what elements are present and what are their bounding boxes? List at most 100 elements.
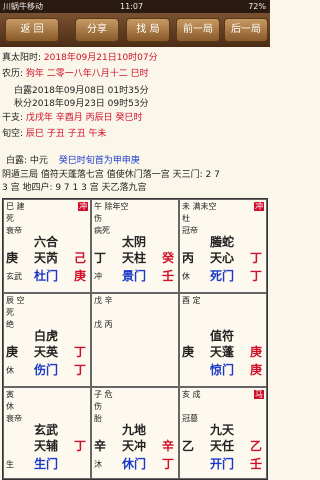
xunshou-value: 癸巳时旬首为甲申庚: [58, 156, 140, 166]
palace-l1: 酉 定: [182, 296, 201, 305]
qiufen-term: 秋分2018年09月23日 09时53分: [14, 99, 149, 109]
toolbar: 返 回 分享 找 局 前一局 后一局: [0, 13, 270, 47]
palace-cell[interactable]: 未 满未空杜冠帝 螣蛇丙天心丁休死门丁冲: [179, 199, 267, 293]
palace-l1: 寅: [6, 390, 14, 399]
palace-l2: 杜: [182, 214, 190, 223]
palace-cell[interactable]: 午 除年空伤病死 太阴丁 天柱 癸冲 景门 壬: [91, 199, 179, 293]
palace-cell[interactable]: 戊 辛戊 丙: [91, 293, 179, 387]
palace-door: 杜门: [34, 269, 59, 283]
palace-star: 天任: [210, 439, 235, 453]
palace-cell[interactable]: 酉 定值符庚天蓬庚惊门庚: [179, 293, 267, 387]
palace-l5: 辛: [94, 439, 107, 453]
palace-cell[interactable]: 寅休衰帝 玄武 天辅 丁生 生门: [3, 387, 91, 479]
palace-l3: 冠墓: [182, 414, 198, 423]
battery-level: 72%: [248, 2, 266, 11]
palace-gan3: 丁: [74, 363, 87, 377]
palace-l5: 庚: [6, 345, 19, 359]
palace-shen: 螣蛇: [210, 235, 235, 249]
palace-shen: 六合: [34, 235, 59, 249]
palace-l6: 生: [6, 460, 14, 469]
palace-door: 惊门: [210, 363, 235, 377]
palace-l2: 伤: [94, 402, 102, 411]
palace-l1: 亥 成: [182, 390, 201, 399]
lunar-value: 狗年 二零一八年八月十二 巳时: [25, 69, 149, 79]
palace-gan: 丁: [250, 251, 263, 265]
palace-l6: 玄武: [6, 272, 22, 281]
palace-l5: 丙: [182, 251, 195, 265]
palace-l5: 乙: [182, 439, 195, 453]
palace-l6: 冲: [94, 272, 102, 281]
palace-l3: 戊 丙: [94, 320, 113, 329]
ju-line: 阴遁三局 值符天蓬落七宫 值使休门落一宫 天三门: 2 7: [2, 170, 220, 180]
palace-cell[interactable]: 辰 空死绝白虎庚天英丁休伤门丁: [3, 293, 91, 387]
xunkong-label: 旬空:: [2, 129, 24, 139]
share-button[interactable]: 分享: [75, 18, 119, 42]
palace-gan3: 丁: [162, 457, 175, 471]
palace-star: 天蓬: [210, 345, 235, 359]
palace-l1: 未 满未空: [182, 202, 217, 211]
next-button[interactable]: 后一局: [224, 18, 268, 42]
ganzhi-label: 干支:: [2, 113, 24, 123]
lunar-label: 农历:: [2, 69, 24, 79]
palace-star: 天芮: [34, 251, 59, 265]
palace-door: 休门: [122, 457, 147, 471]
palace-l5: 丁: [94, 251, 107, 265]
palace-shen: 玄武: [34, 423, 59, 437]
palace-gan3: 丁: [250, 269, 263, 283]
palace-star: 天柱: [122, 251, 147, 265]
yuan-label: 白露: 中元: [6, 156, 48, 166]
palace-l6: 沐: [94, 460, 102, 469]
palace-door: 伤门: [34, 363, 59, 377]
palace-l1: 辰 空: [6, 296, 25, 305]
palace-door: 死门: [210, 269, 235, 283]
bailu-term: 白露2018年09月08日 01时35分: [14, 86, 149, 96]
palace-l2: 伤: [94, 214, 102, 223]
palace-l2: 休: [6, 402, 14, 411]
true-solar-label: 真太阳时:: [2, 53, 42, 63]
palace-l6: 休: [182, 272, 190, 281]
palace-star: 天冲: [122, 439, 147, 453]
palace-l6: 休: [6, 366, 14, 375]
status-bar: 川蜗牛移动 11:07 72%: [0, 0, 270, 13]
palace-star: 天英: [34, 345, 59, 359]
palace-shen: 九天: [210, 423, 235, 437]
palace-gan: 辛: [162, 439, 175, 453]
palace-door: 生门: [34, 457, 59, 471]
palace-star: 天心: [210, 251, 235, 265]
palace-gan: 庚: [250, 345, 263, 359]
palace-cell[interactable]: 亥 成冠墓九天乙 天任 乙开门 壬 马: [179, 387, 267, 479]
palace-l2: 死: [6, 308, 14, 317]
palace-gan: 丁: [74, 345, 87, 359]
palace-l2: 死: [6, 214, 14, 223]
true-solar-value: 2018年09月21日10时07分: [43, 53, 158, 63]
prev-button[interactable]: 前一局: [176, 18, 220, 42]
palace-shen: 值符: [210, 329, 235, 343]
carrier-label: 川蜗牛移动: [3, 2, 43, 11]
palace-gan3: 庚: [74, 269, 87, 283]
ju-line-2: 3 宫 地四户: 9 7 1 3 宫 天乙落九宫: [2, 183, 147, 193]
palace-door: 景门: [122, 269, 147, 283]
palace-l1: 子 危: [94, 390, 113, 399]
palace-gan: 丁: [74, 439, 87, 453]
palace-gan3: 壬: [250, 457, 263, 471]
palace-gan3: 壬: [162, 269, 175, 283]
palace-gan: 癸: [162, 251, 175, 265]
palace-l3: 绝: [6, 320, 14, 329]
palace-l3: 衰帝: [6, 414, 22, 423]
palace-cell[interactable]: 巳 建死衰帝 六合庚 天芮 己玄武 杜门 庚 冲: [3, 199, 91, 293]
palace-shen: 九地: [122, 423, 147, 437]
qimen-board: 巳 建死衰帝 六合庚天芮己玄武 杜门庚冲午 除年空伤病死 太阴丁天柱癸冲景门壬未 满未…: [2, 198, 268, 480]
palace-l3: 病死: [94, 226, 110, 235]
palace-marker-tag: 马: [254, 390, 264, 399]
palace-gan: 乙: [250, 439, 263, 453]
palace-l1: 巳 建: [6, 202, 25, 211]
find-button[interactable]: 找 局: [126, 18, 170, 42]
palace-cell[interactable]: 子 危伤胎九地辛 天冲 辛沐 休门 丁: [91, 387, 179, 479]
palace-marker-tag: 冲: [78, 202, 88, 211]
palace-l3: 冠帝: [182, 226, 198, 235]
palace-l1: 午 除年空: [94, 202, 129, 211]
palace-l3: 衰帝: [6, 226, 22, 235]
palace-door: 开门: [210, 457, 235, 471]
palace-shen: 白虎: [34, 329, 59, 343]
back-button[interactable]: 返 回: [5, 18, 59, 42]
